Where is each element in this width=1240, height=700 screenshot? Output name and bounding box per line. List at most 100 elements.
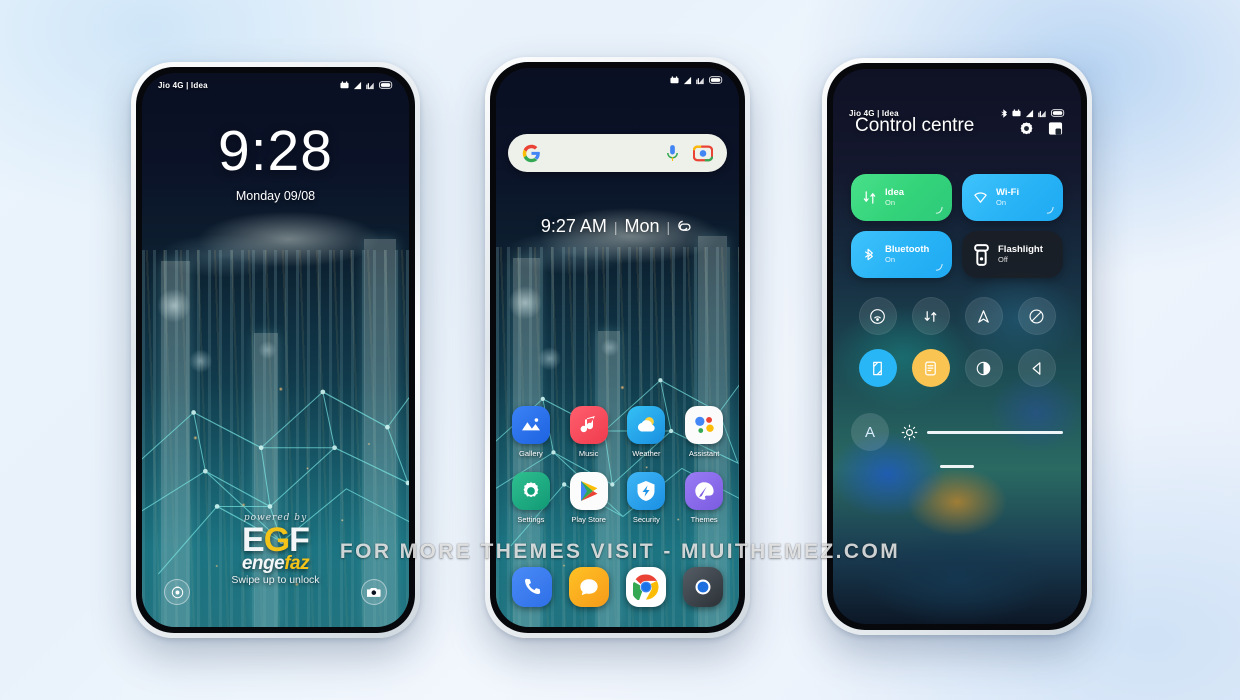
tile-state: On <box>885 254 896 264</box>
widget-separator-1: | <box>613 218 618 235</box>
mic-icon[interactable] <box>665 144 680 163</box>
toggle-data-saver[interactable] <box>911 297 950 335</box>
toggle-hotspot[interactable] <box>858 297 897 335</box>
lock-screen: Jio 4G | Idea 9:28 Monday 09/08 powered … <box>142 73 409 627</box>
drag-handle[interactable] <box>940 465 974 468</box>
quick-settings-tiles: Idea On Wi-Fi On Bluetooth On Flashlight… <box>851 174 1063 278</box>
tile-label: Wi-Fi <box>996 187 1020 199</box>
battery-icon <box>1051 109 1065 117</box>
music-icon <box>569 406 608 444</box>
app-music[interactable]: Music <box>560 406 618 458</box>
toggle-notes[interactable] <box>911 349 950 387</box>
toggle-location[interactable] <box>964 297 1003 335</box>
flashlight-icon <box>171 586 183 598</box>
tile-mobile-data[interactable]: Idea On <box>851 174 952 221</box>
clock-weather-widget[interactable]: 9:27 AM | Mon | <box>496 216 739 237</box>
alarm-icon <box>1012 108 1021 116</box>
engefaz-logo: engefaz <box>241 553 310 574</box>
app-label: Security <box>632 515 660 524</box>
app-label: Assistant <box>688 449 720 458</box>
screenshot-icon <box>873 361 882 375</box>
widget-separator-2: | <box>666 218 671 235</box>
lock-time: 9:28 <box>218 119 333 183</box>
phone-bezel: Jio 4G | Idea Control centre Idea On Wi-… <box>827 63 1087 630</box>
screenshot-stage: Jio 4G | Idea 9:28 Monday 09/08 powered … <box>0 0 1240 700</box>
lock-clock: 9:28 Monday 09/08 <box>142 119 409 204</box>
toggle-grid <box>851 297 1063 387</box>
security-icon <box>627 472 666 510</box>
app-play-store[interactable]: Play Store <box>560 472 618 524</box>
expand-corner-icon[interactable] <box>1046 206 1055 215</box>
google-search-bar[interactable] <box>508 134 727 172</box>
toggle-dnd[interactable] <box>1017 297 1056 335</box>
phone-icon[interactable] <box>512 567 553 607</box>
status-bar <box>496 68 739 92</box>
tile-state: On <box>885 197 896 207</box>
assistant-icon <box>685 406 724 444</box>
tile-label: Idea <box>885 187 905 199</box>
weather-cloud-icon <box>678 220 691 231</box>
play-store-icon <box>569 472 608 510</box>
widget-day: Mon <box>624 216 660 236</box>
expand-corner-icon[interactable] <box>935 206 944 215</box>
toggle-dark-mode[interactable] <box>964 349 1003 387</box>
brightness-slider[interactable] <box>901 424 1063 441</box>
gallery-icon <box>511 406 550 444</box>
data-saver-icon <box>924 310 937 322</box>
tile-wifi[interactable]: Wi-Fi On <box>962 174 1063 221</box>
bluetooth-icon <box>1001 108 1008 118</box>
settings-icon <box>511 472 550 510</box>
notes-icon <box>925 360 936 376</box>
tile-state: On <box>996 197 1007 207</box>
phone-home-screen: 9:27 AM | Mon | Gallery Music Weather As… <box>485 57 750 638</box>
signal-icon <box>1025 109 1034 117</box>
messages-icon[interactable] <box>569 567 610 607</box>
status-icons <box>1001 108 1065 118</box>
chrome-icon[interactable] <box>625 567 666 607</box>
sound-icon <box>1032 361 1041 375</box>
dnd-icon <box>1029 309 1044 323</box>
brightness-track[interactable] <box>927 430 1063 434</box>
camera-shortcut-button[interactable] <box>361 579 387 605</box>
alarm-icon <box>340 80 349 88</box>
app-label: Weather <box>632 449 661 458</box>
status-bar: Jio 4G | Idea <box>833 101 1081 125</box>
egf-logo: EGF <box>242 520 310 559</box>
expand-corner-icon[interactable] <box>935 263 944 272</box>
app-label: Play Store <box>571 515 606 524</box>
phone-bezel: 9:27 AM | Mon | Gallery Music Weather As… <box>490 62 745 633</box>
brand-watermark: powered by EGF engefaz <box>142 513 409 575</box>
app-themes[interactable]: Themes <box>675 472 733 524</box>
battery-icon <box>709 76 723 84</box>
tile-bluetooth[interactable]: Bluetooth On <box>851 231 952 278</box>
camera-icon <box>367 587 381 597</box>
app-settings[interactable]: Settings <box>502 472 560 524</box>
lock-date: Monday 09/08 <box>235 189 316 203</box>
toggle-screenshot[interactable] <box>858 349 897 387</box>
weather-icon <box>627 406 666 444</box>
tile-flashlight[interactable]: Flashlight Off <box>962 231 1063 278</box>
tile-label: Flashlight <box>998 244 1043 256</box>
flashlight-tile-icon <box>974 243 989 266</box>
app-assistant[interactable]: Assistant <box>675 406 733 458</box>
flashlight-shortcut-button[interactable] <box>164 579 190 605</box>
auto-brightness-button[interactable]: A <box>851 413 889 451</box>
app-grid: Gallery Music Weather Assistant Settings… <box>502 406 733 524</box>
location-icon <box>978 309 989 323</box>
app-label: Themes <box>690 515 718 524</box>
app-weather[interactable]: Weather <box>618 406 676 458</box>
brightness-row: A <box>851 413 1063 451</box>
signal-alt-icon <box>696 77 704 84</box>
app-label: Settings <box>517 515 545 524</box>
app-security[interactable]: Security <box>618 472 676 524</box>
app-label: Gallery <box>518 449 543 458</box>
phone-control-centre: Jio 4G | Idea Control centre Idea On Wi-… <box>822 58 1092 635</box>
signal-icon <box>353 81 362 89</box>
camera-app-icon[interactable] <box>682 567 723 607</box>
battery-icon <box>379 81 393 89</box>
mobile-data-icon <box>863 191 876 204</box>
google-lens-icon[interactable] <box>693 143 713 163</box>
status-icons <box>670 75 723 85</box>
app-gallery[interactable]: Gallery <box>502 406 560 458</box>
toggle-sound[interactable] <box>1017 349 1056 387</box>
